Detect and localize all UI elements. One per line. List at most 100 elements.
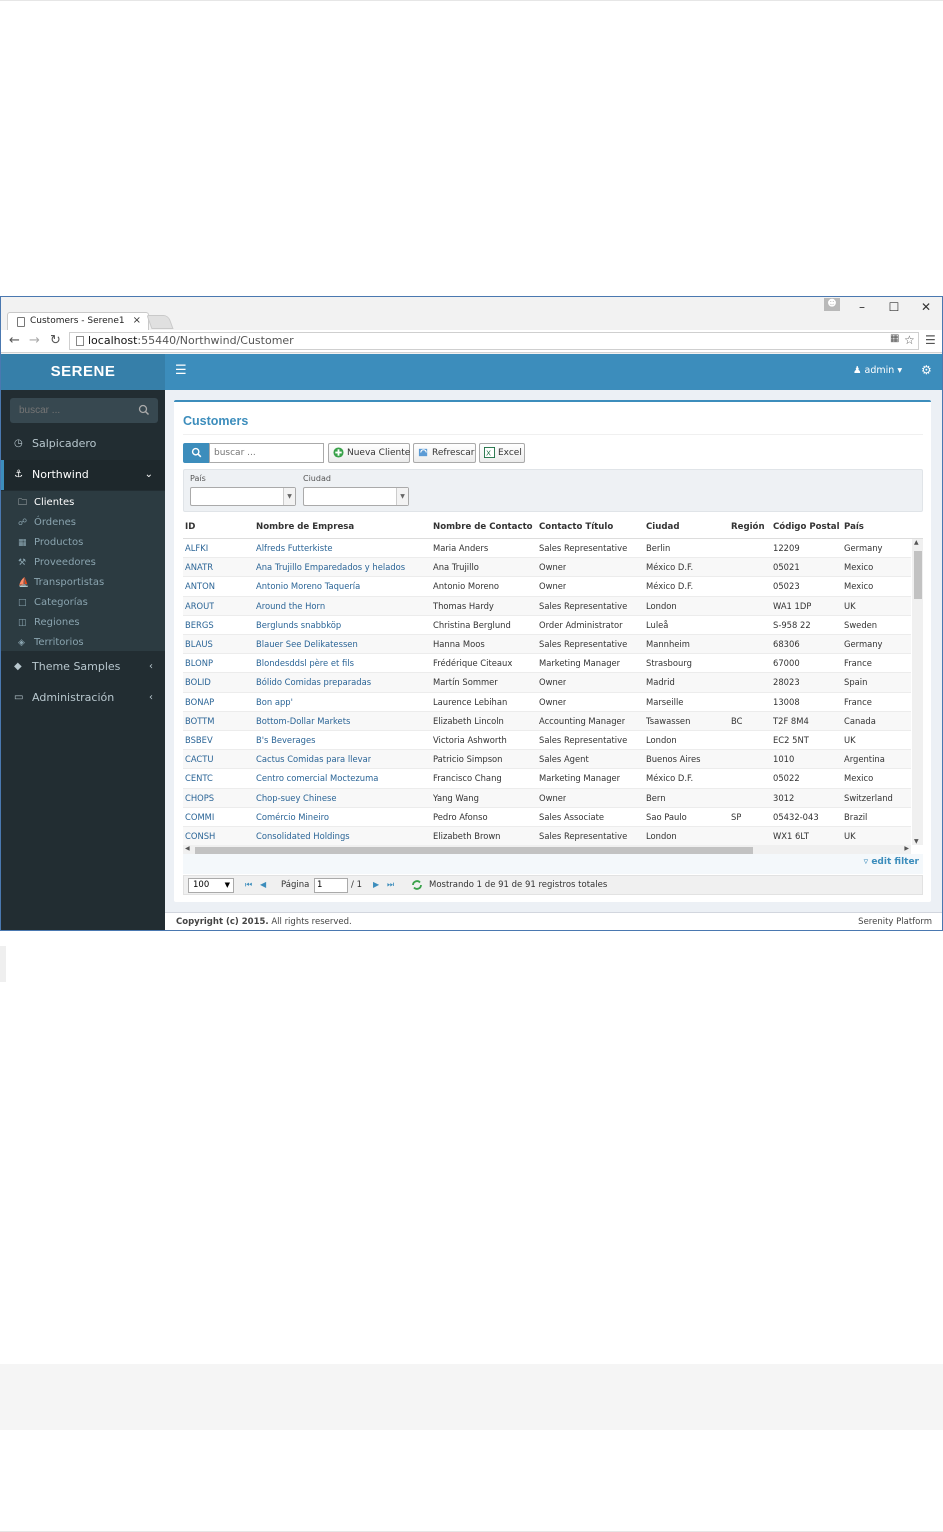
customer-id-link[interactable]: BLAUS — [185, 639, 213, 649]
table-row[interactable]: BLONP Blondesddsl père et fils Frédérique … — [183, 654, 911, 674]
search-icon[interactable] — [137, 403, 151, 417]
country-filter-select[interactable]: ▼ — [190, 487, 296, 506]
sidebar-search-input[interactable] — [10, 398, 135, 423]
sidebar-item-productos[interactable]: ▦ Productos — [1, 533, 165, 553]
customer-id-link[interactable]: AROUT — [185, 601, 214, 611]
sidebar-item-ordenes[interactable]: ☍ Órdenes — [1, 513, 165, 533]
table-row[interactable]: CONSH Consolidated Holdings Elizabeth Brow… — [183, 827, 911, 845]
company-name-link[interactable]: Chop-suey Chinese — [256, 793, 337, 803]
reload-icon[interactable] — [411, 879, 423, 891]
page-number-input[interactable]: 1 — [314, 878, 348, 893]
customer-id-link[interactable]: ANTON — [185, 581, 215, 591]
column-header[interactable]: Contacto Título — [539, 522, 613, 532]
table-row[interactable]: CENTC Centro comercial Moctezuma Francisco… — [183, 769, 911, 789]
company-name-link[interactable]: B's Beverages — [256, 735, 316, 745]
city-filter-select[interactable]: ▼ — [303, 487, 409, 506]
next-page-button[interactable]: ▶ — [373, 880, 379, 889]
company-name-link[interactable]: Alfreds Futterkiste — [256, 543, 333, 553]
table-row[interactable]: AROUT Around the Horn Thomas Hardy Sales Re… — [183, 596, 911, 616]
hamburger-menu-icon[interactable]: ☰ — [175, 363, 187, 378]
browser-tab[interactable]: Customers - Serene1 × — [7, 312, 149, 330]
table-row[interactable]: BERGS Berglunds snabbköp Christina Berglun… — [183, 616, 911, 635]
scroll-right-icon[interactable]: ▶ — [904, 845, 909, 852]
company-name-link[interactable]: Cactus Comidas para llevar — [256, 754, 371, 764]
company-name-link[interactable]: Antonio Moreno Taquería — [256, 581, 360, 591]
maximize-button[interactable]: ☐ — [883, 299, 905, 315]
previous-page-button[interactable]: ◀ — [260, 880, 266, 889]
customer-id-link[interactable]: CACTU — [185, 754, 214, 764]
company-name-link[interactable]: Berglunds snabbköp — [256, 620, 341, 630]
star-icon[interactable]: ☆ — [904, 333, 915, 347]
column-header[interactable]: Región — [731, 522, 765, 532]
table-row[interactable]: COMMI Comércio Mineiro Pedro Afonso Sales A… — [183, 808, 911, 827]
customer-id-link[interactable]: BLONP — [185, 658, 213, 668]
user-profile-icon[interactable]: ☻ — [824, 298, 840, 311]
company-name-link[interactable]: Centro comercial Moctezuma — [256, 773, 378, 783]
customer-id-link[interactable]: BOTTM — [185, 716, 215, 726]
company-name-link[interactable]: Blondesddsl père et fils — [256, 658, 354, 668]
scroll-up-icon[interactable]: ▲ — [914, 539, 919, 546]
user-menu[interactable]: ♟ admin ▾ — [853, 365, 902, 376]
quick-search-button[interactable] — [183, 443, 209, 463]
column-header[interactable]: Nombre de Empresa — [256, 522, 354, 532]
refresh-button[interactable]: Refrescar — [413, 443, 476, 463]
company-name-link[interactable]: Consolidated Holdings — [256, 831, 350, 841]
table-row[interactable]: BLAUS Blauer See Delikatessen Hanna Moos Sa… — [183, 635, 911, 655]
table-row[interactable]: CACTU Cactus Comidas para llevar Patricio … — [183, 750, 911, 770]
page-size-select[interactable]: 100 ▼ — [188, 878, 234, 893]
table-row[interactable]: BSBEV B's Beverages Victoria Ashworth Sales… — [183, 731, 911, 751]
quick-search-input[interactable] — [209, 443, 324, 463]
scroll-left-icon[interactable]: ◀ — [185, 845, 190, 852]
table-row[interactable]: CHOPS Chop-suey Chinese Yang Wang Owner Bern… — [183, 788, 911, 808]
sidebar-item-regiones[interactable]: ◫ Regiones — [1, 613, 165, 633]
sidebar-item-clientes[interactable]: 🗀 Clientes — [1, 493, 165, 513]
cogs-icon[interactable]: ⚙ — [921, 363, 932, 377]
customer-id-link[interactable]: CHOPS — [185, 793, 214, 803]
vertical-scrollbar[interactable]: ▲ ▼ — [912, 539, 923, 845]
translate-icon[interactable]: ▦ — [890, 333, 899, 344]
customer-id-link[interactable]: BERGS — [185, 620, 214, 630]
new-customer-button[interactable]: Nueva Cliente — [328, 443, 410, 463]
last-page-button[interactable]: ⏭ — [387, 880, 394, 890]
forward-arrow-icon[interactable]: → — [29, 333, 40, 348]
customer-id-link[interactable]: BSBEV — [185, 735, 213, 745]
app-logo[interactable]: SERENE — [1, 354, 165, 390]
customer-id-link[interactable]: CONSH — [185, 831, 215, 841]
sidebar-item-theme-samples[interactable]: ◆ Theme Samples ‹ — [1, 652, 165, 682]
sidebar-item-categorias[interactable]: □ Categorías — [1, 593, 165, 613]
company-name-link[interactable]: Bon app' — [256, 697, 293, 707]
table-row[interactable]: ALFKI Alfreds Futterkiste Maria Anders Sale… — [183, 539, 911, 559]
close-window-button[interactable]: ✕ — [915, 299, 937, 315]
customer-id-link[interactable]: ALFKI — [185, 543, 208, 553]
table-row[interactable]: BONAP Bon app' Laurence Lebihan Owner Marsei… — [183, 693, 911, 712]
company-name-link[interactable]: Bottom-Dollar Markets — [256, 716, 350, 726]
customer-id-link[interactable]: ANATR — [185, 562, 213, 572]
customer-id-link[interactable]: BOLID — [185, 677, 211, 687]
sidebar-item-administracion[interactable]: ▭ Administración ‹ — [1, 683, 165, 713]
excel-button[interactable]: X Excel — [479, 443, 525, 463]
new-tab-button[interactable] — [146, 315, 174, 329]
table-row[interactable]: BOLID Bólido Comidas preparadas Martín Som… — [183, 673, 911, 693]
column-header[interactable]: País — [844, 522, 864, 532]
company-name-link[interactable]: Comércio Mineiro — [256, 812, 329, 822]
sidebar-item-northwind[interactable]: ⚓ Northwind ⌄ — [1, 460, 165, 490]
sidebar-item-salpicadero[interactable]: ◷ Salpicadero — [1, 429, 165, 459]
company-name-link[interactable]: Bólido Comidas preparadas — [256, 677, 371, 687]
column-header[interactable]: Nombre de Contacto — [433, 522, 533, 532]
minimize-button[interactable]: – — [851, 299, 873, 315]
table-row[interactable]: ANTON Antonio Moreno Taquería Antonio More… — [183, 577, 911, 597]
first-page-button[interactable]: ⏮ — [245, 880, 252, 890]
back-arrow-icon[interactable]: ← — [9, 333, 20, 348]
edit-filter-link[interactable]: ▿ edit filter — [864, 857, 919, 867]
url-field[interactable]: localhost:55440/Northwind/Customer — [69, 332, 919, 350]
sidebar-item-transportistas[interactable]: ⛵ Transportistas — [1, 573, 165, 593]
company-name-link[interactable]: Around the Horn — [256, 601, 325, 611]
column-header[interactable]: ID — [185, 522, 195, 532]
sidebar-item-territorios[interactable]: ◈ Territorios — [1, 633, 165, 653]
table-row[interactable]: BOTTM Bottom-Dollar Markets Elizabeth Linc… — [183, 711, 911, 731]
customer-id-link[interactable]: CENTC — [185, 773, 213, 783]
tab-close-icon[interactable]: × — [133, 315, 141, 326]
scroll-down-icon[interactable]: ▼ — [914, 838, 919, 845]
table-row[interactable]: ANATR Ana Trujillo Emparedados y helados A… — [183, 558, 911, 578]
company-name-link[interactable]: Ana Trujillo Emparedados y helados — [256, 562, 405, 572]
